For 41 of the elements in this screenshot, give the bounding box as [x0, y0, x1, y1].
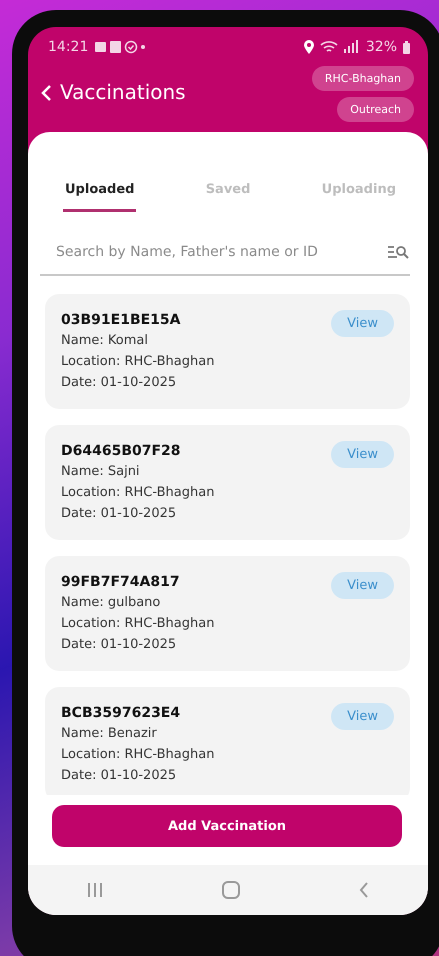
- signal-icon: [320, 40, 360, 54]
- record-card[interactable]: 03B91E1BE15A Name: Komal Location: RHC-Bhaghan Date: 01-10-2025 View: [45, 294, 410, 409]
- view-button[interactable]: View: [331, 572, 394, 599]
- battery-icon: [403, 40, 410, 54]
- record-name: Name: Sajni: [61, 463, 141, 481]
- notification-icons: [94, 40, 146, 54]
- record-card[interactable]: BCB3597623E4 Name: Benazir Location: RHC-Bhaghan Date: 01-10-2025 View: [45, 687, 410, 795]
- record-name: Name: Komal: [61, 332, 149, 350]
- record-date: Date: 01-10-2025: [61, 636, 178, 654]
- battery-percent: 32%: [366, 39, 397, 55]
- view-button[interactable]: View: [331, 703, 394, 730]
- record-name: Name: gulbano: [61, 594, 162, 612]
- home-icon[interactable]: [222, 881, 240, 899]
- record-id: D64465B07F28: [61, 442, 182, 461]
- back-icon[interactable]: [358, 882, 369, 898]
- record-id: 99FB7F74A817: [61, 573, 181, 592]
- recents-icon[interactable]: [87, 882, 104, 898]
- tab[interactable]: Uploaded: [63, 182, 136, 212]
- record-id: BCB3597623E4: [61, 704, 182, 723]
- record-location: Location: RHC-Bhaghan: [61, 615, 216, 633]
- record-id: 03B91E1BE15A: [61, 311, 182, 330]
- back-button[interactable]: [40, 84, 52, 102]
- record-card[interactable]: 99FB7F74A817 Name: gulbano Location: RHC-Bhaghan Date: 01-10-2025 View: [45, 556, 410, 671]
- record-date: Date: 01-10-2025: [61, 505, 178, 523]
- screen-title: Vaccinations: [60, 80, 187, 104]
- record-location: Location: RHC-Bhaghan: [61, 353, 216, 371]
- view-button[interactable]: View: [331, 441, 394, 468]
- filter-chip[interactable]: RHC-Bhaghan: [312, 66, 414, 91]
- record-name: Name: Benazir: [61, 725, 158, 743]
- record-location: Location: RHC-Bhaghan: [61, 484, 216, 502]
- record-card[interactable]: D64465B07F28 Name: Sajni Location: RHC-Bhaghan Date: 01-10-2025 View: [45, 425, 410, 540]
- filter-chip[interactable]: Outreach: [337, 97, 414, 122]
- status-time: 14:21: [48, 39, 88, 55]
- search-icon: [388, 245, 410, 259]
- view-button[interactable]: View: [331, 310, 394, 337]
- record-date: Date: 01-10-2025: [61, 374, 178, 392]
- add-vaccination-button[interactable]: Add Vaccination: [52, 805, 402, 847]
- location-icon: [304, 40, 314, 54]
- record-date: Date: 01-10-2025: [61, 767, 178, 785]
- record-location: Location: RHC-Bhaghan: [61, 746, 216, 764]
- search-field[interactable]: Search by Name, Father's name or ID: [56, 244, 388, 260]
